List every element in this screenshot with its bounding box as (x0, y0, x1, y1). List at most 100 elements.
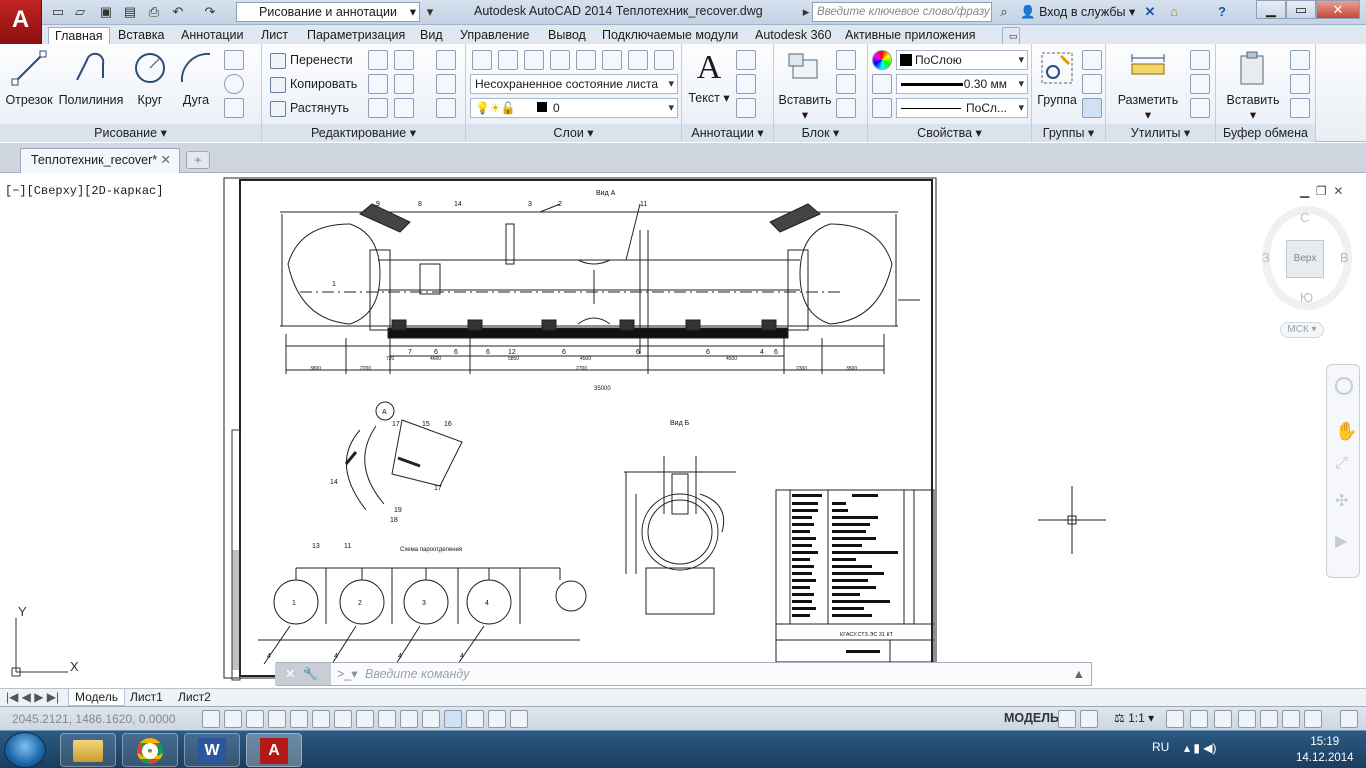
cut-icon[interactable] (1290, 50, 1310, 70)
annotation-visibility-icon[interactable] (1166, 710, 1184, 728)
steering-wheel-icon[interactable] (1335, 377, 1353, 395)
autocad-taskbar-icon[interactable]: A (246, 733, 302, 767)
ribbon-toggle-icon[interactable]: ▭ (1002, 27, 1020, 45)
layout-nav-icons[interactable]: |◀ ◀ ▶ ▶| (6, 689, 59, 705)
tab-model[interactable]: Модель (68, 689, 126, 706)
panel-utilities-label[interactable]: Утилиты ▾ (1106, 124, 1215, 142)
print-icon[interactable]: ⎙ (144, 3, 164, 21)
redo-icon[interactable]: ↷ (200, 3, 220, 21)
transparency-icon[interactable] (444, 710, 462, 728)
quick-select-icon[interactable] (1190, 50, 1210, 70)
copy-clip-icon[interactable] (1290, 74, 1310, 94)
new-tab-button[interactable]: + (186, 151, 210, 169)
explorer-taskbar-icon[interactable] (60, 733, 116, 767)
rectangle-icon[interactable] (224, 50, 244, 70)
pan-icon[interactable]: ✋ (1335, 421, 1357, 442)
3d-osnap-icon[interactable] (334, 710, 352, 728)
start-button[interactable] (4, 732, 46, 768)
paste-button[interactable]: Вставить ▾ (1222, 50, 1284, 122)
panel-block-label[interactable]: Блок ▾ (774, 124, 867, 142)
edit-block-icon[interactable] (836, 74, 856, 94)
selection-cycling-icon[interactable] (488, 710, 506, 728)
quick-view-layouts-icon[interactable] (1058, 710, 1076, 728)
mirror-icon[interactable] (368, 74, 388, 94)
undo-icon[interactable]: ↶ (168, 3, 188, 21)
lineweight-icon[interactable] (872, 74, 892, 94)
edit-attributes-icon[interactable] (836, 98, 856, 118)
annotation-scale[interactable]: ⚖ 1:1 ▾ (1114, 711, 1154, 725)
layer-freeze-icon[interactable] (602, 50, 622, 70)
arc-button[interactable]: Дуга (176, 50, 216, 107)
layer-state-icon[interactable] (498, 50, 518, 70)
help-icon[interactable]: ? (1212, 3, 1232, 21)
tab-manage[interactable]: Управление (454, 27, 536, 45)
model-space-toggle[interactable]: МОДЕЛЬ (1004, 711, 1059, 725)
panel-draw-label[interactable]: Рисование ▾ (0, 124, 261, 142)
exchange-icon[interactable]: ✕ (1140, 3, 1160, 21)
minimize-button[interactable]: ▁ (1256, 0, 1286, 19)
customize-wrench-icon[interactable]: 🔧 (302, 667, 318, 681)
group-edit-icon[interactable] (1082, 74, 1102, 94)
gradient-icon[interactable] (224, 98, 244, 118)
panel-properties-label[interactable]: Свойства ▾ (868, 124, 1031, 142)
coordinate-readout[interactable]: 2045.2121, 1486.1620, 0.0000 (12, 712, 176, 726)
otrack-icon[interactable] (356, 710, 374, 728)
zoom-extents-icon[interactable]: ⤢ (1335, 455, 1348, 473)
viewcube-face-top[interactable]: Верх (1286, 240, 1324, 278)
layer-unisolate-icon[interactable] (654, 50, 674, 70)
compass-south[interactable]: Ю (1300, 290, 1313, 305)
insert-block-button[interactable]: Вставить ▾ (778, 50, 832, 122)
calculator-icon[interactable] (1190, 98, 1210, 118)
group-button[interactable]: Группа (1036, 50, 1078, 107)
language-indicator[interactable]: RU (1152, 740, 1169, 754)
quick-view-drawings-icon[interactable] (1080, 710, 1098, 728)
color-dropdown[interactable]: ПоСлою (896, 50, 1028, 70)
trim-icon[interactable] (394, 50, 414, 70)
ortho-icon[interactable] (268, 710, 286, 728)
tab-layout1[interactable]: Лист1 (126, 689, 167, 705)
command-line[interactable]: ✕ 🔧 >_▾ Введите команду ▲ (275, 662, 1092, 686)
hardware-acceleration-icon[interactable] (1260, 710, 1278, 728)
app-store-icon[interactable]: ⌂ (1164, 3, 1184, 21)
layer-off-icon[interactable] (576, 50, 596, 70)
command-history-icon[interactable]: ▲ (1073, 663, 1085, 685)
layer-dropdown[interactable]: 💡☀🔓 0 (470, 98, 678, 118)
tab-insert[interactable]: Вставка (112, 27, 170, 45)
layer-iso-icon[interactable] (524, 50, 544, 70)
save-as-icon[interactable]: ▤ (120, 3, 140, 21)
search-icon[interactable]: ⌕ (994, 3, 1014, 21)
group-select-icon[interactable] (1082, 98, 1102, 118)
auto-scale-icon[interactable] (1190, 710, 1208, 728)
tab-autodesk360[interactable]: Autodesk 360 (749, 27, 837, 45)
clean-screen-icon[interactable] (1340, 710, 1358, 728)
panel-modify-label[interactable]: Редактирование ▾ (262, 124, 465, 142)
offset-icon[interactable] (436, 98, 456, 118)
line-button[interactable]: Отрезок (4, 50, 54, 107)
lightbulb-status-icon[interactable] (1304, 710, 1322, 728)
search-input[interactable]: Введите ключевое слово/фразу (812, 2, 992, 22)
circle-button[interactable]: Круг (128, 50, 172, 107)
linetype-dropdown[interactable]: ПоСл... (896, 98, 1028, 118)
signin-button[interactable]: 👤 Вход в службы ▾ (1020, 4, 1135, 20)
measure-button[interactable]: Разметить ▾ (1114, 50, 1182, 122)
fillet-icon[interactable] (394, 74, 414, 94)
stretch-button[interactable]: Растянуть (270, 97, 349, 119)
open-icon[interactable]: ▱ (70, 3, 90, 21)
polyline-button[interactable]: Полилиния (58, 50, 124, 107)
word-taskbar-icon[interactable]: W (184, 733, 240, 767)
rotate-icon[interactable] (368, 50, 388, 70)
tab-view[interactable]: Вид (414, 27, 449, 45)
infer-constraints-icon[interactable] (202, 710, 220, 728)
compass-west[interactable]: З (1262, 250, 1270, 265)
ducs-icon[interactable] (378, 710, 396, 728)
tab-featured-apps[interactable]: Активные приложения (839, 27, 982, 45)
id-point-icon[interactable] (1190, 74, 1210, 94)
close-tab-icon[interactable]: ✕ (161, 149, 171, 171)
save-icon[interactable]: ▣ (96, 3, 116, 21)
lineweight-toggle-icon[interactable] (422, 710, 440, 728)
orbit-icon[interactable]: ✣ (1335, 491, 1348, 511)
close-button[interactable]: ✕ (1316, 0, 1360, 19)
drawing-canvas[interactable]: [−][Сверху][2D-каркас] Вид А Вид Б А Схе… (0, 174, 1366, 688)
dyn-icon[interactable] (400, 710, 418, 728)
table-icon[interactable] (736, 98, 756, 118)
